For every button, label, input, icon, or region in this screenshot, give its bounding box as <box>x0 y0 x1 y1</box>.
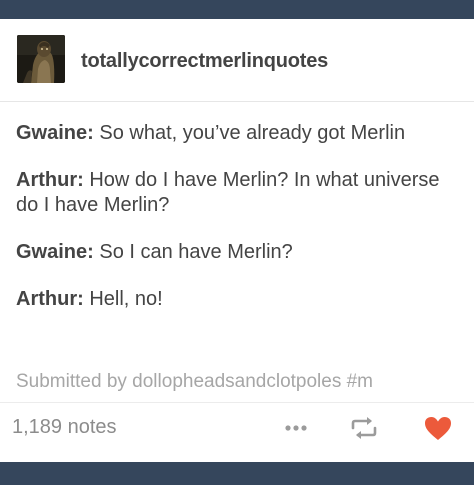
footer-divider <box>0 402 474 403</box>
quote-body: Gwaine: So what, you’ve already got Merl… <box>16 121 464 334</box>
quote-text: So I can have Merlin? <box>93 241 293 263</box>
reblog-icon[interactable] <box>348 413 380 443</box>
speaker-name: Arthur <box>16 288 78 310</box>
avatar[interactable] <box>17 35 65 83</box>
notes-count[interactable]: 1,189 notes <box>12 416 117 439</box>
blog-name[interactable]: totallycorrectmerlinquotes <box>81 50 328 73</box>
post-header: totallycorrectmerlinquotes <box>0 19 474 102</box>
quote-line: Arthur: Hell, no! <box>16 287 464 312</box>
speaker-name: Arthur <box>16 169 78 191</box>
quote-line: Gwaine: So I can have Merlin? <box>16 240 464 265</box>
quote-text: Hell, no! <box>83 288 163 310</box>
speaker-colon: : <box>87 241 94 263</box>
tumblr-post: totallycorrectmerlinquotes Gwaine: So wh… <box>0 19 474 462</box>
quote-line: Gwaine: So what, you’ve already got Merl… <box>16 121 464 146</box>
quote-text: So what, you’ve already got Merlin <box>93 122 406 144</box>
quote-line: Arthur: How do I have Merlin? In what un… <box>16 168 464 218</box>
avatar-image <box>17 35 65 83</box>
source-attribution[interactable]: Submitted by dollopheadsandclotpoles #m <box>16 371 474 393</box>
speaker-colon: : <box>87 122 94 144</box>
header-divider <box>0 101 474 102</box>
speaker-colon: : <box>77 288 84 310</box>
speaker-colon: : <box>77 169 84 191</box>
heart-icon[interactable] <box>422 413 454 443</box>
speaker-name: Gwaine <box>16 241 88 263</box>
speaker-name: Gwaine <box>16 122 88 144</box>
more-dots-icon[interactable] <box>282 413 314 443</box>
